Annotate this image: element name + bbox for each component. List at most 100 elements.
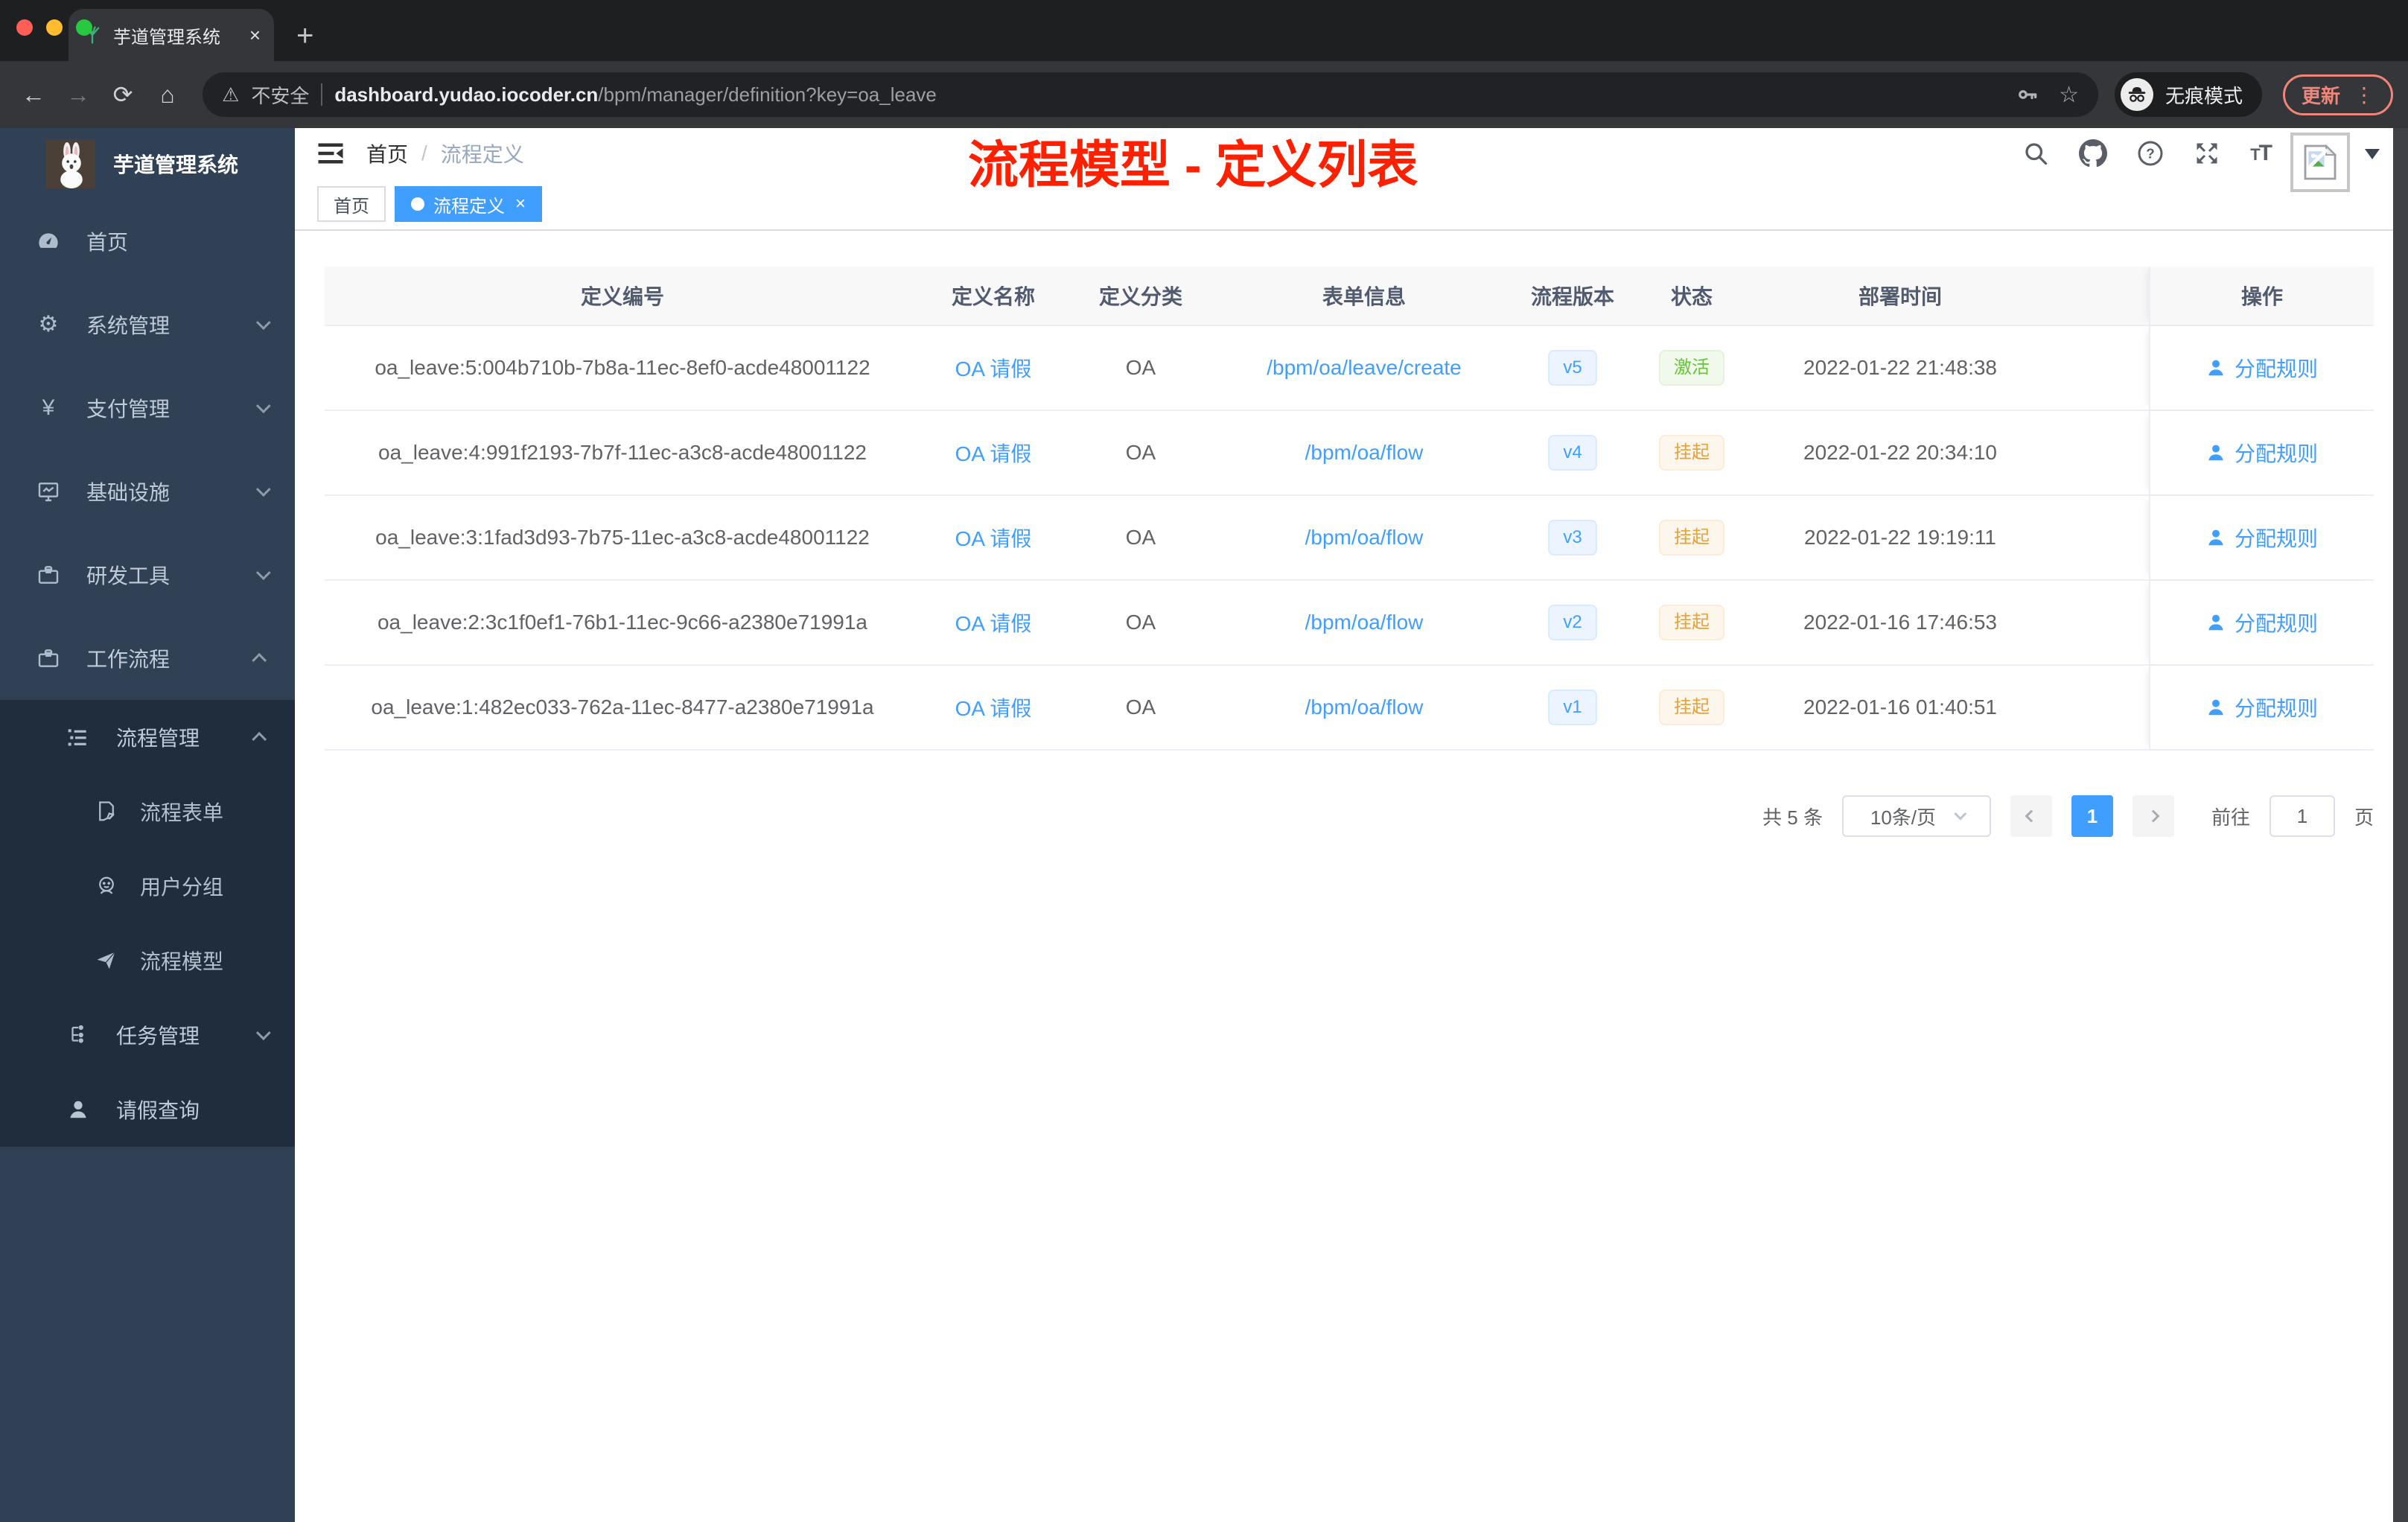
table-row: oa_leave:2:3c1f0ef1-76b1-11ec-9c66-a2380…: [325, 581, 2374, 666]
yen-icon: ¥: [42, 395, 55, 420]
assign-rule-label: 分配规则: [2234, 697, 2318, 720]
cell-deploy-time: 2022-01-16 01:40:51: [1803, 695, 1997, 719]
new-tab-button[interactable]: +: [296, 21, 313, 51]
form-link[interactable]: /bpm/oa/flow: [1305, 441, 1424, 465]
svg-text:?: ?: [2146, 146, 2154, 162]
col-header-time: 部署时间: [1858, 285, 1942, 308]
tag-process-definition[interactable]: 流程定义 ×: [395, 186, 543, 222]
assign-rule-link[interactable]: 分配规则: [2206, 438, 2318, 468]
next-page-button[interactable]: [2132, 795, 2174, 837]
assign-rule-link[interactable]: 分配规则: [2206, 353, 2318, 383]
sidebar-item-process-model[interactable]: 流程模型: [0, 923, 295, 998]
sidebar-item-process-form[interactable]: 流程表单: [0, 774, 295, 849]
version-badge: v2: [1548, 605, 1597, 640]
sidebar-item-payment[interactable]: ¥ 支付管理: [0, 366, 295, 450]
user-icon: [2208, 529, 2223, 546]
window-controls[interactable]: [16, 19, 92, 36]
sidebar-item-workflow[interactable]: 工作流程: [0, 617, 295, 700]
warning-icon[interactable]: ⚠: [222, 83, 239, 106]
table-row: oa_leave:3:1fad3d93-7b75-11ec-a3c8-acde4…: [325, 496, 2374, 581]
search-icon[interactable]: [2022, 140, 2049, 167]
menu-dots-icon[interactable]: ⋮: [2354, 83, 2374, 107]
update-button[interactable]: 更新 ⋮: [2282, 74, 2393, 115]
definition-name-link[interactable]: OA 请假: [955, 438, 1032, 468]
form-link[interactable]: /bpm/oa/leave/create: [1267, 356, 1462, 380]
home-icon[interactable]: ⌂: [149, 81, 186, 109]
sidebar-item-leave-query[interactable]: 请假查询: [0, 1072, 295, 1147]
github-icon[interactable]: [2079, 139, 2108, 168]
sidebar-item-devtools[interactable]: 研发工具: [0, 533, 295, 617]
user-icon: [2208, 360, 2223, 376]
assign-rule-label: 分配规则: [2234, 442, 2318, 465]
col-header-actions: 操作: [2149, 267, 2374, 325]
definition-name-link[interactable]: OA 请假: [955, 608, 1032, 637]
browser-chrome: 芋道管理系统 × + ← → ⟳ ⌂ ⚠ 不安全 dashboard.yudao…: [0, 0, 2408, 128]
url-host: dashboard.yudao.iocoder.cn: [334, 83, 599, 106]
definition-name-link[interactable]: OA 请假: [955, 523, 1032, 553]
cell-spacer: [2049, 326, 2149, 410]
breadcrumb-home[interactable]: 首页: [366, 138, 408, 168]
table-row: oa_leave:5:004b710b-7b8a-11ec-8ef0-acde4…: [325, 326, 2374, 411]
avatar[interactable]: [2290, 133, 2350, 192]
sidebar-item-system[interactable]: ⚙ 系统管理: [0, 283, 295, 366]
assign-rule-label: 分配规则: [2234, 612, 2318, 635]
sidebar-item-label: 系统管理: [86, 314, 171, 337]
reload-icon[interactable]: ⟳: [104, 80, 141, 109]
page-size-select[interactable]: 10条/页: [1841, 795, 1991, 837]
breadcrumb-separator: /: [421, 141, 427, 165]
total-count: 共 5 条: [1762, 806, 1823, 829]
table-row: oa_leave:4:991f2193-7b7f-11ec-a3c8-acde4…: [325, 411, 2374, 496]
cell-spacer: [2049, 411, 2149, 494]
minimize-window-button[interactable]: [46, 19, 63, 36]
cell-category: OA: [1125, 611, 1156, 634]
avatar-caret-icon[interactable]: [2365, 149, 2380, 167]
annotation-title: 流程模型 - 定义列表: [968, 137, 1418, 194]
group-icon: [94, 875, 119, 897]
tag-close-icon[interactable]: ×: [515, 194, 526, 214]
assign-rule-link[interactable]: 分配规则: [2206, 523, 2318, 553]
key-icon[interactable]: [2016, 83, 2039, 106]
forward-icon[interactable]: →: [60, 81, 97, 109]
zoom-window-button[interactable]: [76, 19, 92, 36]
definition-name-link[interactable]: OA 请假: [955, 353, 1032, 383]
user-icon: [2208, 699, 2223, 716]
assign-rule-link[interactable]: 分配规则: [2206, 608, 2318, 637]
cell-spacer: [2049, 496, 2149, 579]
page-scrollbar[interactable]: [2393, 128, 2408, 1522]
sidebar-item-process-mgmt[interactable]: 流程管理: [0, 700, 295, 774]
prev-page-button[interactable]: [2010, 795, 2052, 837]
back-icon[interactable]: ←: [15, 81, 52, 109]
address-bar[interactable]: ⚠ 不安全 dashboard.yudao.iocoder.cn/bpm/man…: [203, 72, 2098, 117]
bookmark-star-icon[interactable]: ☆: [2059, 82, 2079, 108]
definition-name-link[interactable]: OA 请假: [955, 692, 1032, 722]
browser-tab[interactable]: 芋道管理系统 ×: [69, 9, 274, 61]
close-window-button[interactable]: [16, 19, 33, 36]
sidebar-item-label: 基础设施: [86, 481, 171, 504]
sidebar-item-infra[interactable]: 基础设施: [0, 450, 295, 533]
sidebar: 芋道管理系统 首页 ⚙ 系统管理 ¥ 支付管理 基础设施 研发工具 工作流程 流…: [0, 128, 295, 1522]
goto-page-input[interactable]: [2269, 795, 2335, 837]
form-link[interactable]: /bpm/oa/flow: [1305, 611, 1424, 634]
font-size-icon[interactable]: TT: [2250, 141, 2272, 166]
sidebar-item-label: 研发工具: [86, 564, 171, 588]
form-link[interactable]: /bpm/oa/flow: [1305, 695, 1424, 719]
fullscreen-icon[interactable]: [2194, 140, 2220, 167]
tab-close-icon[interactable]: ×: [249, 24, 261, 47]
app-title: 芋道管理系统: [113, 153, 239, 176]
tag-home[interactable]: 首页: [317, 186, 386, 222]
cell-deploy-time: 2022-01-16 17:46:53: [1803, 611, 1997, 634]
assign-rule-link[interactable]: 分配规则: [2206, 692, 2318, 722]
sidebar-logo[interactable]: 芋道管理系统: [0, 128, 295, 200]
form-link[interactable]: /bpm/oa/flow: [1305, 526, 1424, 550]
status-badge: 挂起: [1659, 690, 1724, 725]
cell-deploy-time: 2022-01-22 21:48:38: [1803, 356, 1997, 379]
hamburger-icon[interactable]: [317, 141, 344, 165]
sidebar-item-home[interactable]: 首页: [0, 200, 295, 283]
col-header-form: 表单信息: [1322, 285, 1406, 308]
sidebar-item-user-group[interactable]: 用户分组: [0, 849, 295, 923]
current-page[interactable]: 1: [2071, 795, 2113, 837]
sidebar-item-label: 支付管理: [86, 398, 171, 421]
sidebar-item-task-mgmt[interactable]: 任务管理: [0, 998, 295, 1072]
goto-suffix: 页: [2354, 806, 2374, 829]
help-icon[interactable]: ?: [2137, 140, 2164, 167]
